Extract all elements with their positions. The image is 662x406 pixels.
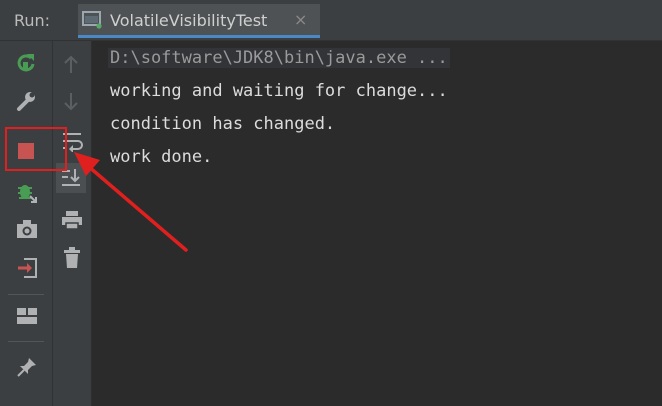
console-output[interactable]: D:\software\JDK8\bin\java.exe ... workin… [92, 41, 662, 406]
output-line: work done. [110, 147, 213, 167]
next-occurrence-button[interactable] [60, 91, 82, 113]
tab-title: VolatileVisibilityTest [110, 11, 268, 30]
pin-icon [17, 358, 36, 377]
run-toolbar [0, 41, 53, 406]
console-toolbar [53, 41, 92, 406]
tab-active-indicator [78, 35, 320, 38]
close-icon[interactable]: × [294, 10, 307, 29]
output-line: working and waiting for change... [110, 81, 448, 101]
exit-icon [18, 258, 37, 278]
down-arrow-icon [64, 93, 78, 111]
debug-button[interactable] [14, 178, 40, 204]
console-icon [82, 11, 102, 29]
layout-icon [17, 308, 37, 324]
rerun-icon [17, 54, 35, 72]
run-tool-window-header: Run: VolatileVisibilityTest × [0, 0, 662, 41]
annotation-highlight-box [5, 127, 67, 171]
command-line[interactable]: D:\software\JDK8\bin\java.exe ... [108, 48, 450, 68]
toolbar-separator [8, 294, 44, 295]
screenshot-button[interactable] [14, 217, 40, 241]
debug-icon [18, 185, 37, 203]
trash-icon [64, 247, 80, 268]
print-button[interactable] [60, 208, 84, 232]
camera-icon [17, 220, 37, 238]
run-label: Run: [14, 11, 51, 30]
print-icon [62, 211, 82, 230]
settings-button[interactable] [14, 89, 38, 113]
up-arrow-icon [64, 55, 78, 73]
wrench-icon [17, 92, 35, 111]
pin-button[interactable] [14, 354, 40, 380]
exit-button[interactable] [14, 255, 40, 281]
previous-occurrence-button[interactable] [60, 53, 82, 75]
rerun-button[interactable] [14, 51, 38, 75]
toolbar-separator [8, 341, 44, 342]
clear-all-button[interactable] [60, 246, 84, 270]
output-line: condition has changed. [110, 114, 336, 134]
tab-volatile-visibility-test[interactable]: VolatileVisibilityTest × [78, 4, 320, 38]
layout-button[interactable] [14, 305, 40, 327]
